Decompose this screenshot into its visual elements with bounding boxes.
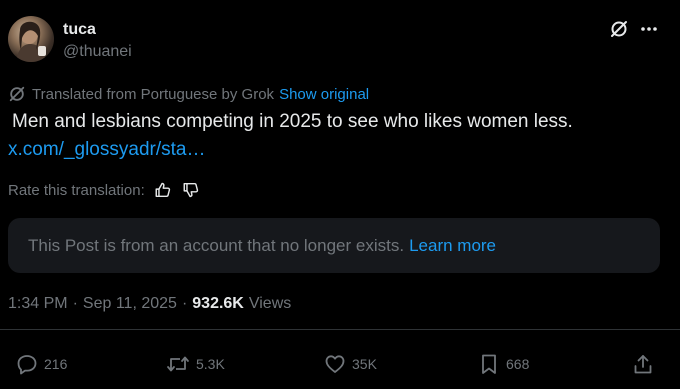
reply-icon: [16, 353, 38, 375]
reply-count: 216: [44, 356, 68, 372]
repost-button[interactable]: 5.3K: [166, 352, 225, 376]
translation-notice: Translated from Portuguese by Grok Show …: [8, 84, 369, 104]
rate-translation: Rate this translation:: [8, 180, 201, 200]
bookmark-button[interactable]: 668: [478, 352, 529, 376]
repost-icon: [166, 353, 190, 375]
unavailable-quote-text: This Post is from an account that no lon…: [28, 235, 405, 255]
rate-translation-label: Rate this translation:: [8, 181, 145, 199]
post-link[interactable]: x.com/_glossyadr/sta…: [8, 137, 205, 163]
post-date[interactable]: Sep 11, 2025: [83, 295, 177, 313]
thumbs-up-icon[interactable]: [153, 180, 173, 200]
like-button[interactable]: 35K: [324, 352, 377, 376]
bookmark-icon: [478, 353, 500, 375]
thumbs-down-icon[interactable]: [181, 180, 201, 200]
views-label: Views: [248, 295, 292, 312]
post-meta: 1:34 PM · Sep 11, 2025 · 932.6K Views: [8, 293, 291, 315]
bookmark-count: 668: [506, 356, 530, 372]
meta-separator: ·: [72, 295, 78, 312]
grok-icon[interactable]: [608, 18, 630, 40]
heart-icon: [324, 353, 346, 375]
unavailable-quote-notice: This Post is from an account that no lon…: [8, 218, 660, 273]
show-original-link[interactable]: Show original: [279, 86, 369, 103]
grok-icon: [8, 85, 26, 103]
translation-notice-text: Translated from Portuguese by Grok: [32, 85, 275, 103]
reply-button[interactable]: 216: [16, 352, 67, 376]
share-button[interactable]: [632, 352, 654, 376]
post-text: Men and lesbians competing in 2025 to se…: [12, 111, 573, 132]
author-handle[interactable]: @thuanei: [63, 42, 132, 62]
repost-count: 5.3K: [196, 356, 225, 372]
post-time[interactable]: 1:34 PM: [8, 295, 68, 313]
learn-more-link[interactable]: Learn more: [409, 236, 496, 256]
meta-separator: ·: [181, 295, 188, 312]
share-icon: [632, 353, 654, 375]
author-name[interactable]: tuca: [63, 20, 96, 40]
avatar[interactable]: [8, 16, 54, 62]
divider: [0, 329, 680, 330]
like-count: 35K: [352, 356, 377, 372]
more-icon[interactable]: [638, 18, 660, 40]
views-count: 932.6K: [192, 295, 244, 312]
